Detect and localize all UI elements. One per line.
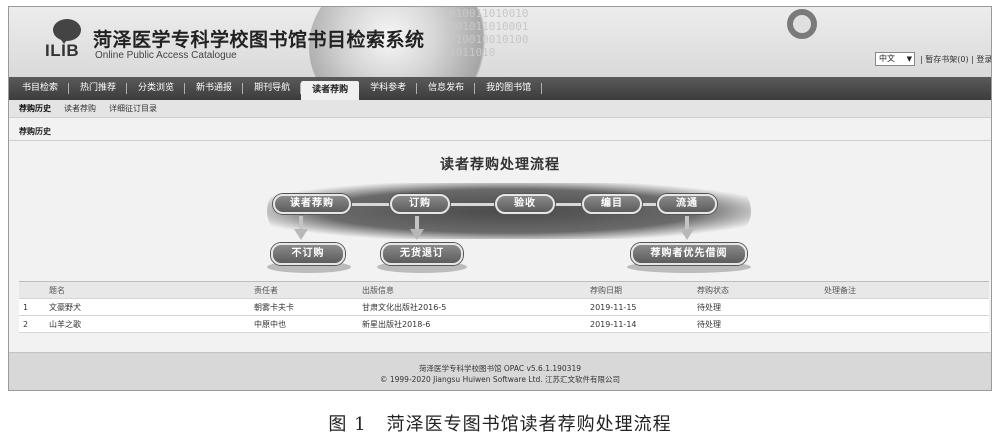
nav-item-recommend[interactable]: 读者荐购 [301,81,360,100]
cell-title[interactable]: 山羊之歌 [49,319,254,330]
nav-item-subject[interactable]: 学科参考 [359,77,418,100]
table-row[interactable]: 2 山羊之歌 中原中也 新星出版社2018-6 2019-11-14 待处理 [19,316,989,333]
cell-author: 朝雾卡夫卡 [254,302,294,312]
arrow-stem [415,216,419,230]
cell-status: 待处理 [697,319,721,329]
flow-result-no-order: 不订购 [271,243,345,265]
flow-step-recommend: 读者荐购 [273,194,351,214]
table-row[interactable]: 1 文豪野犬 朝雾卡夫卡 甘肃文化出版社2016-5 2019-11-15 待处… [19,299,989,316]
flow-title: 读者荐购处理流程 [440,157,560,173]
recommend-history-table: 题名 责任者 出版信息 荐购日期 荐购状态 处理备注 1 文豪野犬 朝雾卡夫卡 … [19,281,989,333]
subnav-recommend[interactable]: 读者荐购 [64,103,96,114]
flow-step-circulate: 流通 [657,194,717,214]
arrow-stem [299,216,303,230]
cell-title[interactable]: 文豪野犬 [49,302,254,313]
cell-index: 2 [23,319,29,329]
nav-item-search[interactable]: 书目检索 [11,77,70,100]
nav-item-journals[interactable]: 期刊导航 [243,77,302,100]
top-links[interactable]: | 暂存书架(0) | 登录 [920,54,991,65]
arrow-stem [685,216,689,230]
binary-decoration: 0100110100100010110100010100100101001011… [449,7,529,59]
down-arrow-icon [410,229,424,240]
site-header: 0100110100100010110100010100100101001011… [9,7,991,77]
flow-result-out-of-stock: 无货退订 [381,243,463,265]
logo-text[interactable]: ILIB [45,41,79,61]
opac-window: 0100110100100010110100010100100101001011… [8,6,992,391]
nav-item-my-library[interactable]: 我的图书馆 [475,77,543,100]
figure-caption: 图 1 菏泽医专图书馆读者荐购处理流程 [0,410,1000,436]
flow-step-order: 订购 [390,194,450,214]
cell-author: 中原中也 [254,319,286,329]
site-footer: 菏泽医学专科学校图书馆 OPAC v5.6.1.190319 © 1999-20… [9,352,991,390]
nav-item-browse[interactable]: 分类浏览 [127,77,186,100]
subnav-order-catalogue[interactable]: 详细征订目录 [109,103,157,114]
site-subtitle: Online Public Access Catalogue [95,50,237,61]
flow-step-catalog: 编目 [582,194,642,214]
col-header-author: 责任者 [254,285,278,295]
flow-result-priority-loan: 荐购者优先借阅 [631,243,747,265]
figure-text: 菏泽医专图书馆读者荐购处理流程 [386,414,672,435]
flow-step-accept: 验收 [495,194,555,214]
nav-item-hot[interactable]: 热门推荐 [69,77,128,100]
col-header-title: 题名 [49,285,65,295]
dropdown-arrow-icon: ▼ [906,55,912,63]
cell-date: 2019-11-14 [590,319,637,329]
cell-date: 2019-11-15 [590,302,637,312]
cell-publication: 甘肃文化出版社2016-5 [362,302,447,312]
col-header-publication: 出版信息 [362,285,394,295]
footer-version: 菏泽医学专科学校图书馆 OPAC v5.6.1.190319 [419,364,581,373]
col-header-date: 荐购日期 [590,285,622,295]
ring-decoration-icon [787,9,817,39]
down-arrow-icon [294,229,308,240]
nav-item-news[interactable]: 信息发布 [417,77,476,100]
col-header-note: 处理备注 [824,285,856,295]
site-title: 菏泽医学专科学校图书馆书目检索系统 [93,29,425,51]
down-arrow-icon [680,229,694,240]
language-select[interactable]: 中文 ▼ [875,52,915,66]
subnav-history[interactable]: 荐购历史 [19,103,51,114]
sub-nav: 荐购历史 读者荐购 详细征订目录 [9,100,991,118]
language-value: 中文 [879,54,895,63]
nav-item-new-books[interactable]: 新书通报 [185,77,244,100]
divider [9,140,991,141]
breadcrumb: 荐购历史 [19,127,51,136]
figure-number: 图 1 [328,414,367,435]
table-header: 题名 责任者 出版信息 荐购日期 荐购状态 处理备注 [19,282,989,299]
col-header-status: 荐购状态 [697,285,729,295]
cell-index: 1 [23,302,29,312]
cell-status: 待处理 [697,302,721,312]
chat-bubble-icon [53,19,81,44]
cell-publication: 新星出版社2018-6 [362,319,431,329]
footer-copyright: © 1999-2020 Jiangsu Huiwen Software Ltd.… [379,375,621,384]
main-nav: 书目检索 热门推荐 分类浏览 新书通报 期刊导航 读者荐购 学科参考 信息发布 … [9,77,991,100]
